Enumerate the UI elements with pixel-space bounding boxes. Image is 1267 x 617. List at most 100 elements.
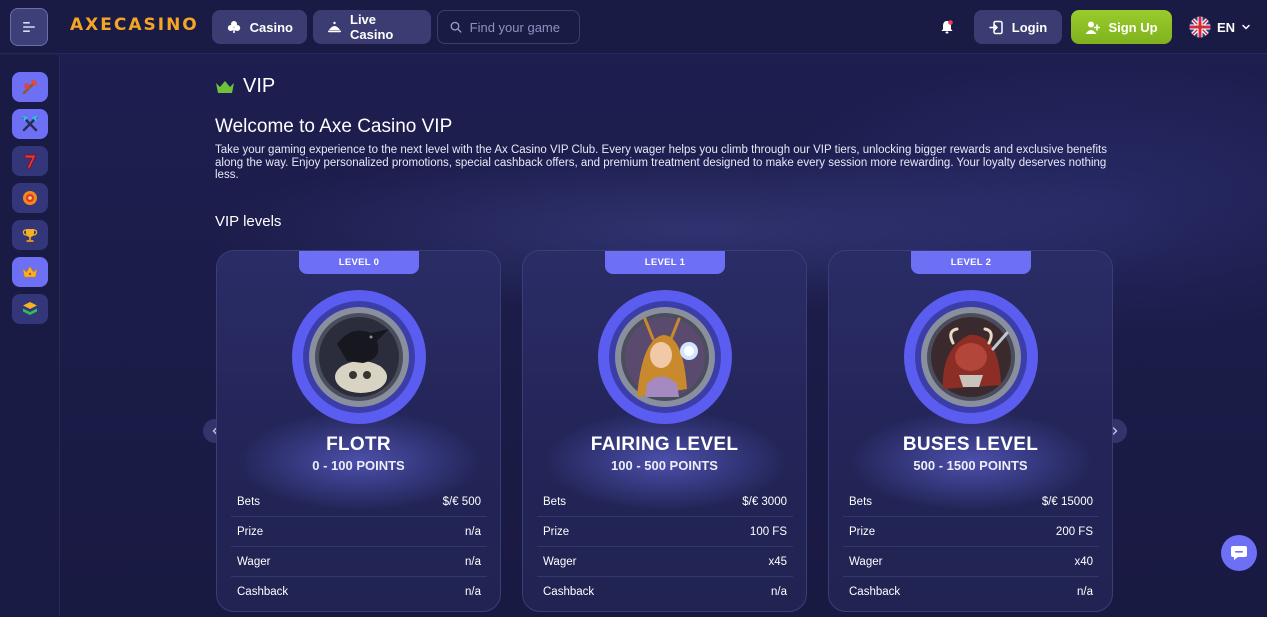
level-name: FAIRING LEVEL <box>590 434 739 455</box>
trophy-icon <box>22 229 38 242</box>
detail-value: n/a <box>465 555 481 568</box>
beast-warrior-medal-icon <box>904 290 1038 424</box>
detail-row: Prize 200 FS <box>843 517 1099 547</box>
detail-label: Bets <box>849 495 873 508</box>
detail-label: Prize <box>849 525 876 538</box>
login-button[interactable]: Login <box>974 10 1062 44</box>
crown-icon <box>216 80 234 93</box>
hamburger-icon <box>23 22 35 32</box>
level-badge: LEVEL 0 <box>299 251 419 274</box>
notification-bell-icon[interactable] <box>938 18 956 36</box>
detail-value: $/€ 3000 <box>742 495 787 508</box>
welcome-heading: Welcome to Axe Casino VIP <box>215 116 453 137</box>
chevron-down-icon <box>1242 24 1250 30</box>
detail-value: x45 <box>768 555 787 568</box>
signup-label: Sign Up <box>1108 19 1158 35</box>
club-icon <box>226 19 242 35</box>
detail-value: 200 FS <box>1055 525 1093 538</box>
intro-paragraph: Take your gaming experience to the next … <box>215 144 1107 181</box>
detail-label: Prize <box>237 525 264 538</box>
language-label: EN <box>1217 19 1236 35</box>
nav-live-casino-button[interactable]: Live Casino <box>313 10 431 44</box>
menu-toggle-button[interactable] <box>10 8 48 46</box>
uk-flag-icon <box>1189 16 1211 38</box>
vip-levels-heading: VIP levels <box>215 213 282 230</box>
sidebar-item-stack[interactable] <box>12 294 48 324</box>
ax-icon <box>22 79 37 95</box>
valkyrie-medal-icon <box>598 290 732 424</box>
detail-row: Bets $/€ 3000 <box>537 487 793 517</box>
detail-row: Prize 100 FS <box>537 517 793 547</box>
detail-label: Cashback <box>237 586 289 598</box>
game-search-box[interactable] <box>437 10 580 44</box>
nav-live-casino-label: Live Casino <box>350 12 394 42</box>
sidebar-item-crossed-axes[interactable] <box>12 109 48 139</box>
detail-value: 100 FS <box>749 525 787 538</box>
raven-skull-medal-icon <box>292 290 426 424</box>
level-name: FLOTR <box>326 434 391 455</box>
detail-value: $/€ 500 <box>442 495 481 508</box>
sidebar <box>0 55 60 617</box>
sidebar-item-trophy[interactable] <box>12 220 48 250</box>
add-user-icon <box>1085 21 1101 34</box>
level-details: Bets $/€ 15000 Prize 200 FS Wager x40 Cashb… <box>843 487 1099 607</box>
sidebar-item-ax[interactable] <box>12 72 48 102</box>
detail-row: Wager x45 <box>537 547 793 577</box>
level-details: Bets $/€ 3000 Prize 100 FS Wager x45 Cashba… <box>537 487 793 607</box>
level-points: 0 - 100 POINTS <box>312 458 405 473</box>
level-points: 500 - 1500 POINTS <box>913 458 1028 473</box>
detail-row: Cashback n/a <box>231 577 487 607</box>
detail-label: Wager <box>849 555 883 568</box>
detail-label: Bets <box>543 495 567 508</box>
page-title: VIP <box>243 75 276 97</box>
site-logo[interactable]: AXECASINO <box>70 15 199 35</box>
search-input[interactable] <box>469 19 567 35</box>
vip-section-header: VIP <box>215 75 275 98</box>
login-icon <box>989 20 1003 34</box>
nav-casino-button[interactable]: Casino <box>212 10 307 44</box>
search-icon <box>450 21 462 33</box>
vip-level-card: LEVEL 1 FAIRING LEVEL 100 - 500 POINTS B… <box>522 250 807 612</box>
detail-row: Prize n/a <box>231 517 487 547</box>
detail-label: Bets <box>237 495 261 508</box>
detail-value: n/a <box>465 586 481 598</box>
crown-icon <box>22 265 38 278</box>
top-header: AXECASINO Casino Live Casino Login Sign … <box>0 0 1267 54</box>
seven-icon <box>24 154 37 169</box>
dealer-icon <box>327 19 342 35</box>
detail-row: Wager x40 <box>843 547 1099 577</box>
detail-row: Bets $/€ 500 <box>231 487 487 517</box>
detail-label: Cashback <box>543 586 595 598</box>
vip-level-card: LEVEL 2 BUSES LEVEL 500 - 1500 POINTS Be… <box>828 250 1113 612</box>
detail-value: n/a <box>1077 586 1093 598</box>
vip-level-card: LEVEL 0 FLOTR 0 - 100 POINTS Bets $/€ 500… <box>216 250 501 612</box>
chat-bubble-icon <box>1231 546 1247 560</box>
sidebar-item-slots[interactable] <box>12 146 48 176</box>
chip-icon <box>23 191 37 205</box>
nav-casino-label: Casino <box>249 19 293 35</box>
level-name: BUSES LEVEL <box>902 434 1039 455</box>
detail-value: x40 <box>1074 555 1093 568</box>
level-details: Bets $/€ 500 Prize n/a Wager n/a Cashback n/… <box>231 487 487 607</box>
detail-value: n/a <box>771 586 787 598</box>
sidebar-item-chip[interactable] <box>12 183 48 213</box>
login-label: Login <box>1011 19 1048 35</box>
stack-icon <box>23 302 37 315</box>
sidebar-item-vip[interactable] <box>12 257 48 287</box>
detail-label: Wager <box>543 555 577 568</box>
level-badge: LEVEL 1 <box>605 251 725 274</box>
detail-row: Cashback n/a <box>843 577 1099 607</box>
detail-row: Bets $/€ 15000 <box>843 487 1099 517</box>
detail-value: n/a <box>465 525 481 538</box>
detail-label: Cashback <box>849 586 901 598</box>
detail-label: Wager <box>237 555 271 568</box>
signup-button[interactable]: Sign Up <box>1071 10 1172 44</box>
detail-value: $/€ 15000 <box>1041 495 1093 508</box>
detail-label: Prize <box>543 525 570 538</box>
language-selector[interactable]: EN <box>1189 16 1251 38</box>
level-points: 100 - 500 POINTS <box>611 458 718 473</box>
crossed-axes-icon <box>22 116 38 132</box>
live-chat-button[interactable] <box>1221 535 1257 571</box>
detail-row: Cashback n/a <box>537 577 793 607</box>
level-badge: LEVEL 2 <box>911 251 1031 274</box>
